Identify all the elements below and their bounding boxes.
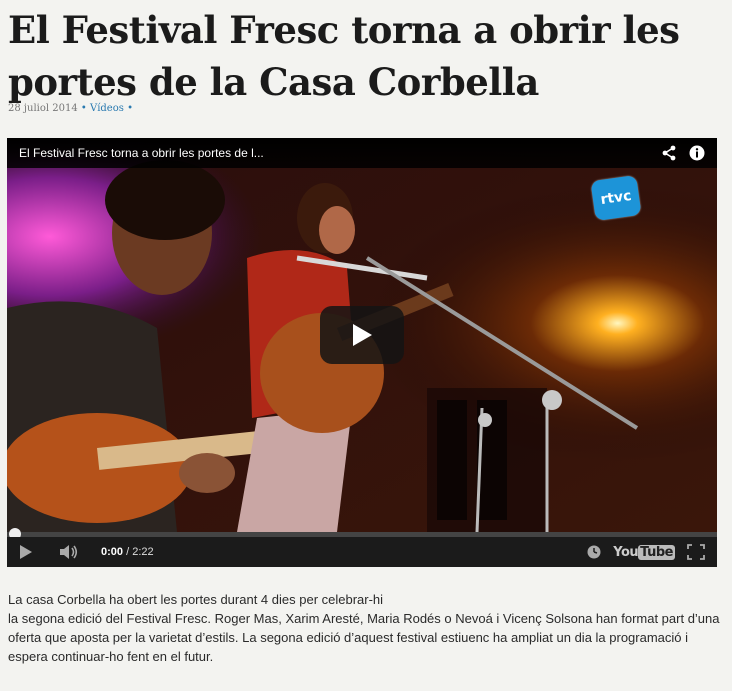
video-frame[interactable]: El Festival Fresc torna a obrir les port… — [7, 138, 717, 532]
player-controls: 0:00 / 2:22 You Tube — [7, 537, 717, 567]
fullscreen-icon — [687, 544, 705, 560]
youtube-logo-you: You — [613, 544, 639, 560]
time-display: 0:00 / 2:22 — [101, 546, 154, 558]
youtube-logo[interactable]: You Tube — [613, 544, 675, 560]
play-icon — [20, 545, 32, 559]
article-date: 28 juliol 2014 — [8, 103, 78, 114]
channel-logo: rtvc — [590, 174, 642, 222]
article-body: La casa Corbella ha obert les portes dur… — [8, 590, 724, 666]
watch-later-button[interactable] — [587, 545, 601, 559]
play-icon — [353, 324, 372, 346]
youtube-logo-tube: Tube — [638, 544, 675, 560]
play-button[interactable] — [320, 306, 404, 364]
duration: 2:22 — [132, 546, 154, 558]
time-separator: / — [126, 546, 130, 558]
body-paragraph: la segona edició del Festival Fresc. Rog… — [8, 611, 720, 664]
category-link[interactable]: Vídeos — [90, 103, 124, 114]
share-icon[interactable] — [661, 145, 677, 161]
article-meta: 28 juliol 2014 • Vídeos • — [8, 103, 133, 114]
video-top-bar: El Festival Fresc torna a obrir les port… — [7, 138, 717, 168]
info-icon[interactable] — [689, 145, 705, 161]
video-title[interactable]: El Festival Fresc torna a obrir les port… — [19, 146, 264, 160]
meta-separator: • — [80, 103, 87, 114]
body-line-1: La casa Corbella ha obert les portes dur… — [8, 592, 384, 607]
play-control-button[interactable] — [19, 544, 33, 560]
video-player[interactable]: El Festival Fresc torna a obrir les port… — [7, 138, 717, 567]
meta-separator-end: • — [127, 103, 133, 114]
fullscreen-button[interactable] — [687, 544, 705, 560]
article-title: El Festival Fresc torna a obrir les port… — [8, 8, 680, 104]
volume-button[interactable] — [59, 544, 79, 560]
volume-icon — [60, 545, 78, 559]
current-time: 0:00 — [101, 546, 124, 558]
clock-icon — [587, 545, 601, 559]
